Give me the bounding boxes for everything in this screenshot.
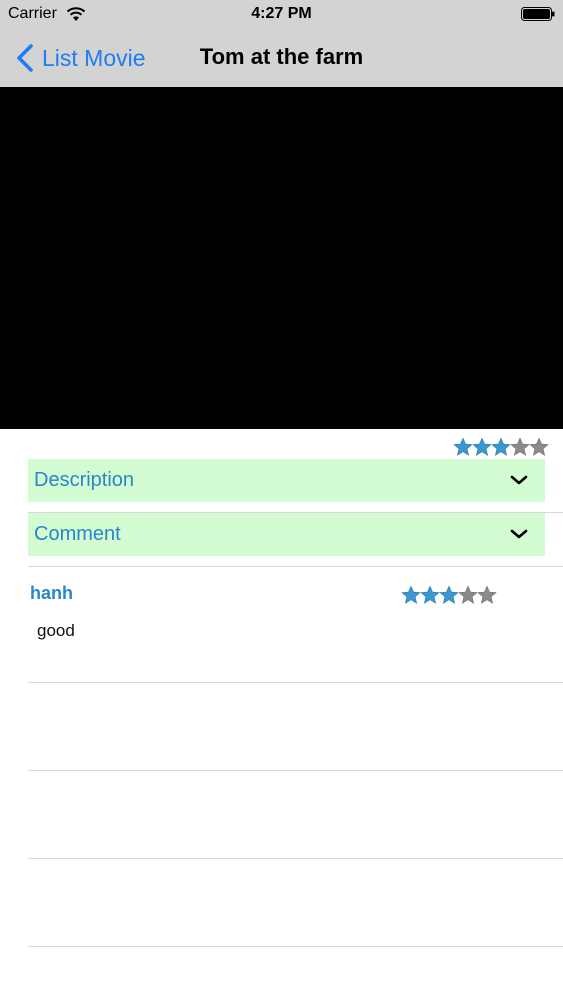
divider: [28, 858, 563, 859]
star-filled-icon: [401, 585, 421, 604]
chevron-down-icon: [510, 529, 528, 539]
divider: [28, 946, 563, 947]
status-bar: Carrier 4:27 PM: [0, 0, 563, 30]
chevron-down-icon: [510, 475, 528, 485]
divider: [28, 682, 563, 683]
comment-text: good: [37, 621, 75, 640]
star-filled-icon: [491, 437, 511, 456]
star-empty-icon: [458, 585, 478, 604]
page-title-text: Tom at the farm: [199, 44, 364, 69]
navigation-bar: List Movie Tom at the farm: [0, 30, 563, 87]
star-filled-icon: [453, 437, 473, 456]
star-empty-icon: [529, 437, 549, 456]
movie-rating: [453, 437, 549, 457]
description-section-header[interactable]: Description: [28, 459, 545, 502]
page-title: Tom at the farm: [0, 44, 563, 70]
star-empty-icon: [510, 437, 530, 456]
star-filled-icon: [439, 585, 459, 604]
divider: [28, 770, 563, 771]
star-filled-icon: [472, 437, 492, 456]
comment-section-header[interactable]: Comment: [28, 513, 545, 556]
battery-icon: [521, 7, 555, 21]
clock: 4:27 PM: [251, 5, 312, 22]
video-player[interactable]: [0, 87, 563, 429]
comment-rating: [401, 585, 497, 605]
comment-author: hanh: [30, 583, 73, 603]
star-filled-icon: [420, 585, 440, 604]
divider: [28, 566, 563, 567]
comment-section-label: Comment: [34, 523, 121, 545]
description-section-label: Description: [34, 469, 135, 491]
star-empty-icon: [477, 585, 497, 604]
